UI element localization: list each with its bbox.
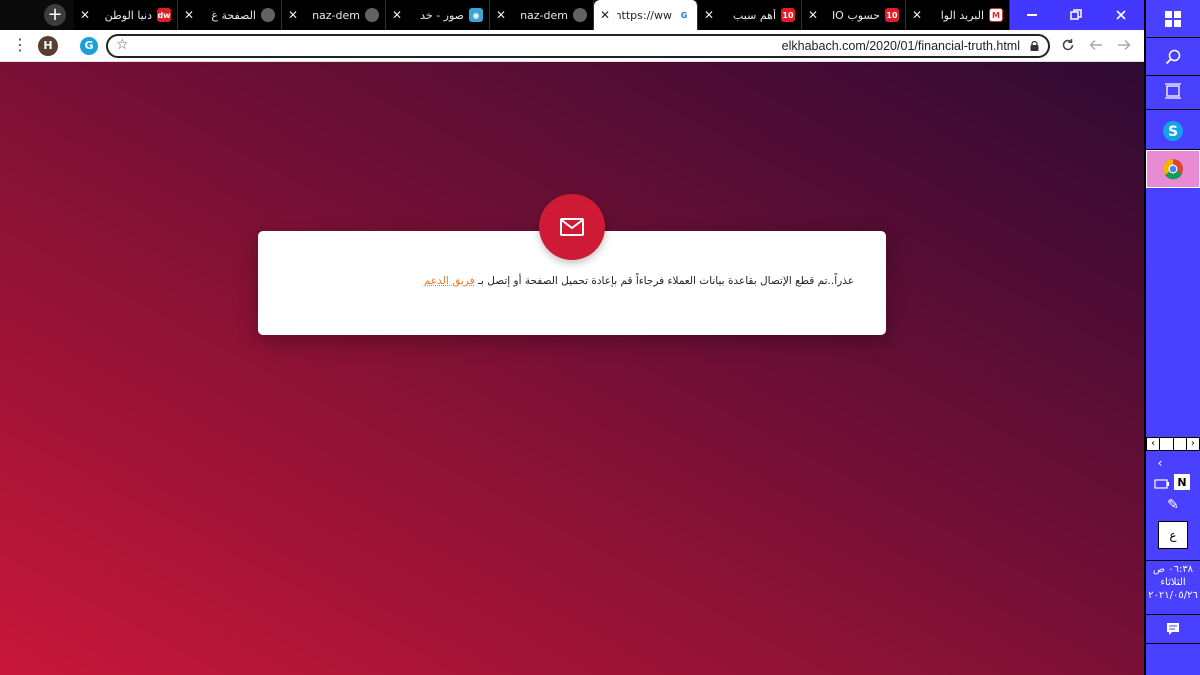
chrome-taskbar-button[interactable] <box>1146 150 1200 188</box>
task-view-button[interactable] <box>1146 72 1200 110</box>
close-window-button[interactable] <box>1098 0 1144 30</box>
windows-taskbar: S ‹ › ‹ N ✎ ع ٠٦:٣٨ ص الثلاثاء ٢٠٢١/٠٥/٢… <box>1144 0 1200 675</box>
globe-icon <box>573 8 587 22</box>
tab-title: naz-dem <box>312 8 360 22</box>
tab-title: أهم سبب <box>732 8 776 22</box>
tab-close-icon[interactable]: ✕ <box>80 8 92 22</box>
start-button[interactable] <box>1146 0 1200 38</box>
tab-0[interactable]: ✕ دنيا الوطن dw <box>74 0 178 30</box>
windows-logo-icon <box>1165 10 1181 27</box>
restore-icon <box>1070 9 1082 20</box>
search-icon <box>1165 49 1181 64</box>
tray-scroll: ‹ › <box>1146 437 1200 451</box>
tab-6[interactable]: ✕ أهم سبب 10 <box>698 0 802 30</box>
reload-icon[interactable] <box>1060 38 1076 54</box>
tab-close-icon[interactable]: ✕ <box>496 8 508 22</box>
address-bar[interactable]: ☆ elkhabach.com/2020/01/financial-truth.… <box>106 34 1050 58</box>
tab-2[interactable]: ✕ naz-dem <box>282 0 386 30</box>
bookmark-star-icon[interactable]: ☆ <box>116 37 129 53</box>
tab-close-icon[interactable]: ✕ <box>288 8 300 22</box>
tab-close-icon[interactable]: ✕ <box>600 8 612 22</box>
tab-7[interactable]: ✕ حسوب IO 10 <box>802 0 906 30</box>
tabs: ✕ دنيا الوطن dw ✕ الصفحة غ ✕ naz-dem ✕ صور - خد ◉… <box>74 0 1010 30</box>
camera-icon: ◉ <box>469 8 483 22</box>
globe-icon <box>261 8 275 22</box>
tab-8[interactable]: ✕ البريد الوا M <box>906 0 1010 30</box>
url-text[interactable]: elkhabach.com/2020/01/financial-truth.ht… <box>782 39 1020 53</box>
red-news-icon: dw <box>157 8 171 22</box>
gmail-icon: M <box>989 8 1003 22</box>
tab-title: البريد الوا <box>940 8 984 22</box>
menu-kebab-icon[interactable]: ⋮ <box>12 36 28 56</box>
system-tray: ‹ N <box>1146 451 1200 495</box>
red-news-icon: 10 <box>885 8 899 22</box>
close-icon <box>1116 10 1126 20</box>
new-tab-button[interactable]: + <box>44 4 66 26</box>
notification-icon <box>1167 623 1179 635</box>
battery-icon[interactable] <box>1152 474 1172 494</box>
lock-icon[interactable] <box>1030 41 1039 51</box>
tab-1[interactable]: ✕ الصفحة غ <box>178 0 282 30</box>
red-news-icon: 10 <box>781 8 795 22</box>
show-hidden-icons-chevron-icon[interactable]: ‹ <box>1150 453 1170 473</box>
tab-5[interactable]: ✕ https://ww G <box>594 0 698 30</box>
restore-button[interactable] <box>1054 0 1098 30</box>
mail-badge <box>539 194 605 260</box>
tray-right-arrow[interactable]: › <box>1187 438 1199 450</box>
tab-3[interactable]: ✕ صور - خد ◉ <box>386 0 490 30</box>
tab-title: صور - خد <box>420 8 464 22</box>
input-language-indicator[interactable]: ع <box>1158 521 1188 549</box>
tab-title: https://ww <box>617 8 672 22</box>
tab-title: naz-dem <box>520 8 568 22</box>
back-arrow-icon[interactable] <box>1088 38 1104 54</box>
google-icon: G <box>677 8 691 22</box>
tray-spacer-2 <box>1174 438 1187 450</box>
taskbar-clock[interactable]: ٠٦:٣٨ ص الثلاثاء ٢٠٢١/٠٥/٢٦ <box>1146 560 1200 602</box>
search-button[interactable] <box>1146 38 1200 76</box>
minimize-icon <box>1027 14 1037 16</box>
envelope-icon <box>560 218 584 236</box>
clock-day: الثلاثاء <box>1160 577 1186 588</box>
page-viewport: عذراً..تم قطع الإتصال بقاعدة بيانات العم… <box>0 62 1144 675</box>
skype-taskbar-button[interactable]: S <box>1146 112 1200 150</box>
tab-title: دنيا الوطن <box>104 8 152 22</box>
action-center-button[interactable] <box>1146 614 1200 644</box>
svg-text:S: S <box>1168 124 1178 140</box>
browser-window: + ✕ دنيا الوطن dw ✕ الصفحة غ ✕ naz-dem ✕ صور - خ… <box>0 0 1144 675</box>
tab-title: الصفحة غ <box>211 8 256 22</box>
chrome-icon <box>1163 159 1183 180</box>
tray-left-arrow[interactable]: ‹ <box>1147 438 1161 450</box>
clock-time: ٠٦:٣٨ ص <box>1152 564 1194 575</box>
onenote-icon[interactable]: N <box>1174 474 1190 490</box>
pen-workspace-icon[interactable]: ✎ <box>1146 497 1200 519</box>
grammarly-extension-icon[interactable]: G <box>80 37 98 55</box>
error-message-text: عذراً..تم قطع الإتصال بقاعدة بيانات العم… <box>477 275 854 287</box>
tab-4[interactable]: ✕ naz-dem <box>490 0 594 30</box>
tab-close-icon[interactable]: ✕ <box>912 8 924 22</box>
window-controls <box>1010 0 1144 30</box>
task-view-icon <box>1165 82 1181 99</box>
profile-avatar[interactable]: H <box>38 36 58 56</box>
tab-strip: + ✕ دنيا الوطن dw ✕ الصفحة غ ✕ naz-dem ✕ صور - خ… <box>0 0 1144 30</box>
skype-icon: S <box>1163 120 1183 141</box>
clock-date: ٢٠٢١/٠٥/٢٦ <box>1148 590 1198 601</box>
tab-close-icon[interactable]: ✕ <box>392 8 404 22</box>
tray-spacer-1 <box>1160 438 1174 450</box>
browser-toolbar: ⋮ H G ☆ elkhabach.com/2020/01/financial-… <box>0 30 1144 62</box>
tab-close-icon[interactable]: ✕ <box>184 8 196 22</box>
error-message: عذراً..تم قطع الإتصال بقاعدة بيانات العم… <box>294 275 854 287</box>
globe-icon <box>365 8 379 22</box>
support-team-link[interactable]: فريق الدعم <box>424 275 475 287</box>
tab-title: حسوب IO <box>831 8 880 22</box>
minimize-button[interactable] <box>1010 0 1054 30</box>
forward-arrow-icon[interactable] <box>1116 38 1132 54</box>
tab-close-icon[interactable]: ✕ <box>704 8 716 22</box>
tab-close-icon[interactable]: ✕ <box>808 8 820 22</box>
